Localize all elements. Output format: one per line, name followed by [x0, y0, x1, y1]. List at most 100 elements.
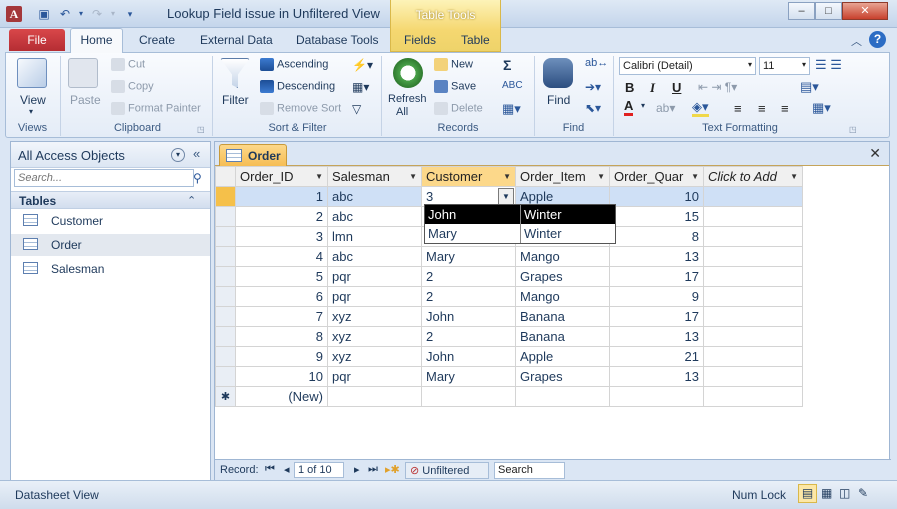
- tab-external-data[interactable]: External Data: [200, 33, 273, 47]
- cell-salesman[interactable]: lmn: [327, 226, 422, 247]
- column-header-order-item[interactable]: Order_Item ▼: [515, 166, 610, 187]
- maximize-button[interactable]: □: [815, 2, 842, 20]
- chevron-down-icon[interactable]: ▼: [790, 172, 798, 181]
- font-size-select[interactable]: 11 ▾: [759, 57, 810, 75]
- cell-customer[interactable]: [421, 386, 516, 407]
- cell-click-to-add[interactable]: [703, 346, 803, 367]
- tab-file[interactable]: File: [9, 29, 65, 51]
- nav-menu-icon[interactable]: ▾: [171, 148, 185, 162]
- nav-item-customer[interactable]: Customer: [11, 210, 210, 232]
- cell-order-id[interactable]: 1: [235, 186, 328, 207]
- minimize-ribbon-icon[interactable]: ︿: [851, 33, 862, 49]
- tab-table[interactable]: Table: [461, 33, 490, 47]
- cell-salesman[interactable]: pqr: [327, 266, 422, 287]
- cell-click-to-add[interactable]: [703, 266, 803, 287]
- cell-order-item[interactable]: Grapes: [515, 266, 610, 287]
- view-icon[interactable]: [17, 58, 47, 88]
- cell-order-item[interactable]: Banana: [515, 306, 610, 327]
- toggle-filter-icon[interactable]: ▽: [352, 102, 361, 116]
- cell-order-quantity[interactable]: 8: [609, 226, 704, 247]
- cell-customer[interactable]: 2: [421, 266, 516, 287]
- column-header-click-to-add[interactable]: Click to Add ▼: [703, 166, 803, 187]
- select-all-corner[interactable]: [215, 166, 236, 187]
- cell-click-to-add[interactable]: [703, 286, 803, 307]
- chevron-down-icon[interactable]: ▼: [409, 172, 417, 181]
- table-row[interactable]: 4 abc Mary Mango 13: [215, 246, 803, 267]
- cell-order-item[interactable]: [515, 386, 610, 407]
- tab-home[interactable]: Home: [70, 28, 123, 53]
- table-row[interactable]: 6 pqr 2 Mango 9: [215, 286, 803, 307]
- new-record-button[interactable]: New: [434, 58, 473, 71]
- cell-order-id[interactable]: 9: [235, 346, 328, 367]
- binoculars-icon[interactable]: [543, 58, 573, 88]
- record-selector[interactable]: [215, 326, 236, 347]
- cell-order-item[interactable]: Grapes: [515, 366, 610, 387]
- cell-salesman[interactable]: pqr: [327, 366, 422, 387]
- cell-order-quantity[interactable]: 13: [609, 326, 704, 347]
- cell-order-id[interactable]: 5: [235, 266, 328, 287]
- record-selector[interactable]: [215, 246, 236, 267]
- chevron-down-icon[interactable]: ▼: [597, 172, 605, 181]
- table-row[interactable]: 9 xyz John Apple 21: [215, 346, 803, 367]
- record-selector[interactable]: [215, 226, 236, 247]
- cell-order-quantity[interactable]: 15: [609, 206, 704, 227]
- cell-order-quantity[interactable]: 13: [609, 246, 704, 267]
- help-icon[interactable]: ?: [869, 31, 886, 48]
- cell-salesman[interactable]: xyz: [327, 346, 422, 367]
- dialog-launcher-icon[interactable]: ◳: [849, 125, 857, 134]
- record-search-input[interactable]: Search: [494, 462, 565, 479]
- underline-button[interactable]: U: [672, 80, 681, 95]
- selection-filter-icon[interactable]: ⚡▾: [352, 58, 373, 72]
- cell-customer[interactable]: 2: [421, 326, 516, 347]
- select-icon[interactable]: ⬉▾: [585, 101, 601, 115]
- undo-dropdown-icon[interactable]: ▾: [74, 7, 88, 21]
- cell-order-quantity[interactable]: 21: [609, 346, 704, 367]
- align-right-icon[interactable]: ≡: [781, 101, 789, 116]
- cell-order-id[interactable]: 4: [235, 246, 328, 267]
- column-header-order-id[interactable]: Order_ID ▼: [235, 166, 328, 187]
- bold-button[interactable]: B: [625, 80, 634, 95]
- find-button[interactable]: Find: [547, 93, 570, 107]
- nav-search-input[interactable]: [14, 169, 194, 187]
- close-document-icon[interactable]: ✕: [869, 145, 881, 162]
- cell-click-to-add[interactable]: [703, 206, 803, 227]
- shutter-bar-close-icon[interactable]: «: [193, 146, 200, 161]
- cell-salesman[interactable]: [327, 386, 422, 407]
- cell-click-to-add[interactable]: [703, 366, 803, 387]
- cell-order-quantity[interactable]: 9: [609, 286, 704, 307]
- goto-icon[interactable]: ➔▾: [585, 80, 601, 94]
- cell-click-to-add[interactable]: [703, 326, 803, 347]
- cell-new-record[interactable]: (New): [235, 386, 328, 407]
- customize-qat-icon[interactable]: ▾: [123, 7, 137, 21]
- nav-item-order[interactable]: Order: [11, 234, 210, 256]
- record-selector[interactable]: [215, 206, 236, 227]
- record-selector[interactable]: [215, 266, 236, 287]
- descending-button[interactable]: Descending: [260, 80, 335, 93]
- cell-salesman[interactable]: pqr: [327, 286, 422, 307]
- font-color-icon[interactable]: A: [624, 99, 634, 116]
- cell-salesman[interactable]: abc: [327, 186, 422, 207]
- cell-order-item[interactable]: Banana: [515, 326, 610, 347]
- undo-icon[interactable]: ↶: [58, 7, 72, 21]
- pivottable-view-icon[interactable]: ▦: [821, 486, 832, 500]
- chevron-down-icon[interactable]: ▼: [315, 172, 323, 181]
- cell-order-id[interactable]: 7: [235, 306, 328, 327]
- table-row[interactable]: 7 xyz John Banana 17: [215, 306, 803, 327]
- current-record-field[interactable]: 1 of 10: [294, 462, 344, 478]
- cell-order-item[interactable]: Apple: [515, 346, 610, 367]
- cell-click-to-add[interactable]: [703, 246, 803, 267]
- new-record-row[interactable]: ✱ (New): [215, 386, 803, 407]
- minimize-button[interactable]: ‒: [788, 2, 815, 20]
- record-selector[interactable]: [215, 306, 236, 327]
- align-center-icon[interactable]: ≡: [758, 101, 766, 116]
- dialog-launcher-icon[interactable]: ◳: [197, 125, 205, 134]
- ascending-button[interactable]: Ascending: [260, 58, 328, 71]
- cell-order-quantity[interactable]: 17: [609, 306, 704, 327]
- pivotchart-view-icon[interactable]: ◫: [839, 486, 850, 500]
- table-row[interactable]: 10 pqr Mary Grapes 13: [215, 366, 803, 387]
- document-tab-order[interactable]: Order: [219, 144, 287, 166]
- dropdown-option-john[interactable]: John Winter: [425, 205, 615, 224]
- totals-icon[interactable]: Σ: [503, 57, 511, 73]
- gridlines-icon[interactable]: ▤▾: [800, 79, 819, 95]
- record-selector[interactable]: [215, 366, 236, 387]
